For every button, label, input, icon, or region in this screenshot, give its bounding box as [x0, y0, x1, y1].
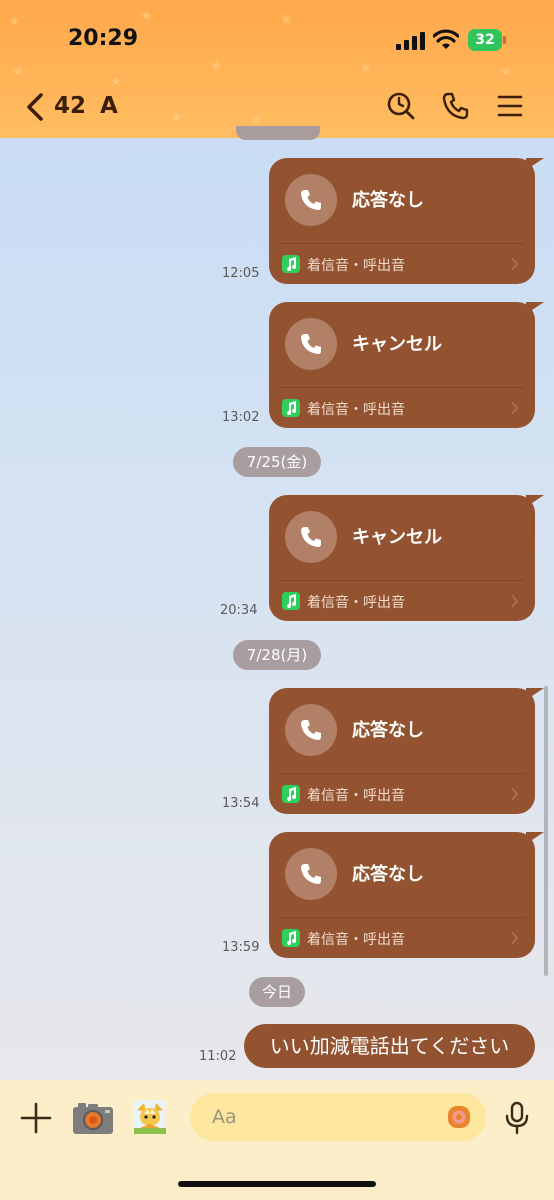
- bubble-tail: [526, 688, 544, 700]
- phone-icon: [301, 527, 321, 547]
- call-status: 応答なし: [352, 190, 424, 211]
- decor-star: ★: [500, 64, 513, 80]
- decor-star: ★: [140, 8, 153, 24]
- decor-star: ★: [360, 60, 373, 76]
- chevron-right-icon: [511, 594, 519, 608]
- chevron-right-icon: [511, 931, 519, 945]
- emoji-icon[interactable]: [447, 1105, 471, 1129]
- decor-star: ★: [210, 58, 223, 74]
- message-time: 13:54: [222, 796, 260, 811]
- chat-name[interactable]: A: [100, 93, 118, 119]
- message-time: 13:59: [222, 940, 260, 955]
- phone-icon: [301, 720, 321, 740]
- plus-icon[interactable]: [20, 1102, 52, 1134]
- battery-level: 32: [468, 29, 502, 51]
- phone-icon: [301, 190, 321, 210]
- call-bubble[interactable]: キャンセル 着信音・呼出音: [269, 302, 544, 428]
- decor-star: ★: [280, 12, 293, 28]
- text-message-bubble[interactable]: いい加減電話出てください: [244, 1024, 535, 1068]
- divider: [279, 387, 525, 388]
- bubble-tail: [526, 302, 544, 314]
- message-time: 13:02: [222, 410, 260, 425]
- message-time: 20:34: [220, 603, 258, 618]
- chevron-right-icon: [511, 787, 519, 801]
- date-separator: 7/25(金): [233, 447, 321, 477]
- date-pill-partial: [236, 126, 320, 140]
- call-status: 応答なし: [352, 864, 424, 885]
- input-bar: [0, 1080, 554, 1200]
- camera-icon[interactable]: [72, 1101, 114, 1135]
- bubble-tail: [526, 832, 544, 844]
- phone-icon: [301, 864, 321, 884]
- ringtone-link[interactable]: 着信音・呼出音: [307, 592, 405, 612]
- call-icon-circle: [285, 511, 337, 563]
- search-clock-icon[interactable]: [386, 91, 416, 121]
- message-time: 11:02: [199, 1049, 237, 1064]
- wifi-icon: [433, 29, 459, 49]
- message-time: 12:05: [222, 266, 260, 281]
- chevron-right-icon: [511, 401, 519, 415]
- phone-icon: [301, 334, 321, 354]
- divider: [279, 773, 525, 774]
- phone-icon[interactable]: [441, 91, 471, 121]
- ringtone-link[interactable]: 着信音・呼出音: [307, 255, 405, 275]
- message-input[interactable]: [190, 1093, 486, 1141]
- decor-star: ★: [110, 74, 123, 90]
- bubble-tail: [526, 158, 544, 170]
- battery-icon: 32: [468, 29, 506, 51]
- signal-icon: [396, 32, 425, 50]
- date-separator: 今日: [249, 977, 305, 1007]
- call-icon-circle: [285, 848, 337, 900]
- mic-icon[interactable]: [503, 1101, 531, 1135]
- divider: [279, 580, 525, 581]
- ringtone-link[interactable]: 着信音・呼出音: [307, 399, 405, 419]
- music-note-icon: [282, 592, 300, 610]
- call-status: 応答なし: [352, 720, 424, 741]
- menu-icon[interactable]: [497, 93, 523, 119]
- sticker-icon[interactable]: [134, 1100, 166, 1134]
- chat-header: ★ ★ ★ ★ ★ ★ ★ ★ ★ ★ 20:29 32 42 A: [0, 0, 554, 138]
- decor-star: ★: [8, 14, 21, 30]
- bubble-tail: [526, 495, 544, 507]
- music-note-icon: [282, 255, 300, 273]
- call-icon-circle: [285, 318, 337, 370]
- date-separator: 7/28(月): [233, 640, 321, 670]
- scrollbar[interactable]: [544, 686, 548, 976]
- ringtone-link[interactable]: 着信音・呼出音: [307, 929, 405, 949]
- music-note-icon: [282, 929, 300, 947]
- home-indicator: [178, 1181, 376, 1187]
- decor-star: ★: [170, 110, 183, 126]
- decor-star: ★: [12, 64, 25, 80]
- divider: [279, 917, 525, 918]
- chat-screen: ★ ★ ★ ★ ★ ★ ★ ★ ★ ★ 20:29 32 42 A 応答なし 着…: [0, 0, 554, 1200]
- music-note-icon: [282, 785, 300, 803]
- music-note-icon: [282, 399, 300, 417]
- call-icon-circle: [285, 174, 337, 226]
- call-status: キャンセル: [352, 527, 442, 548]
- call-icon-circle: [285, 704, 337, 756]
- call-status: キャンセル: [352, 334, 442, 355]
- call-bubble[interactable]: 応答なし 着信音・呼出音: [269, 158, 544, 284]
- back-chevron-icon[interactable]: [24, 92, 46, 122]
- status-time: 20:29: [68, 26, 139, 51]
- unread-count[interactable]: 42: [54, 93, 86, 119]
- divider: [279, 243, 525, 244]
- ringtone-link[interactable]: 着信音・呼出音: [307, 785, 405, 805]
- call-bubble[interactable]: 応答なし 着信音・呼出音: [269, 688, 544, 814]
- call-bubble[interactable]: 応答なし 着信音・呼出音: [269, 832, 544, 958]
- chevron-right-icon: [511, 257, 519, 271]
- call-bubble[interactable]: キャンセル 着信音・呼出音: [269, 495, 544, 621]
- battery-cap: [503, 36, 506, 44]
